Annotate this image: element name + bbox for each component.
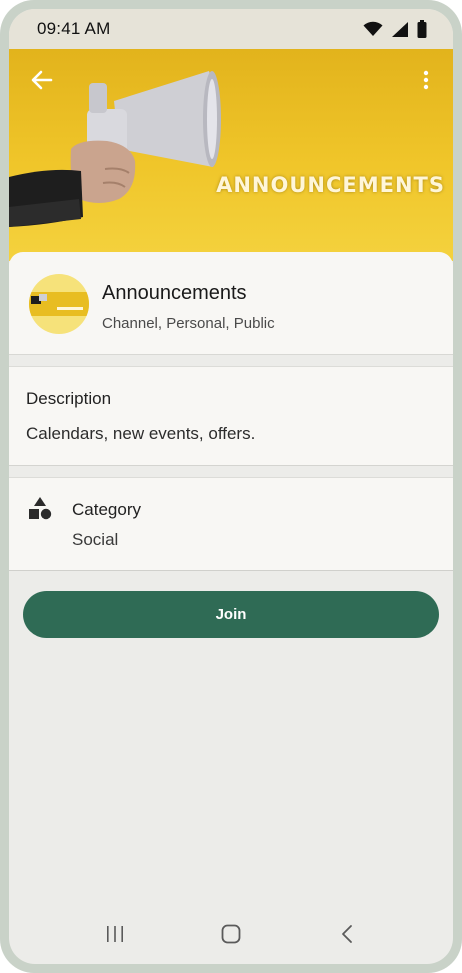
navigation-bar — [9, 909, 453, 964]
shapes-icon — [27, 496, 53, 527]
category-value: Social — [72, 530, 119, 549]
back-nav-button[interactable] — [323, 917, 371, 957]
phone-frame: 09:41 AM ANNOUNCEMENTS Announcements Cha… — [0, 0, 462, 973]
more-options-button[interactable] — [411, 65, 441, 99]
category-section: Category Social — [9, 477, 453, 571]
back-icon — [340, 924, 354, 949]
channel-meta: Channel, Personal, Public — [102, 315, 275, 332]
description-section: Description Calendars, new events, offer… — [9, 366, 453, 466]
recent-apps-button[interactable] — [91, 917, 139, 957]
description-heading: Description — [26, 389, 112, 408]
channel-header: Announcements Channel, Personal, Public — [9, 252, 453, 355]
hero-banner: ANNOUNCEMENTS — [9, 49, 453, 261]
home-button[interactable] — [207, 917, 255, 957]
channel-avatar — [29, 274, 89, 334]
status-bar: 09:41 AM — [9, 9, 453, 49]
description-text: Calendars, new events, offers. — [26, 424, 256, 443]
more-vertical-icon — [423, 70, 429, 95]
banner-text: ANNOUNCEMENTS — [216, 173, 445, 197]
battery-icon — [417, 20, 427, 38]
join-button[interactable]: Join — [23, 591, 439, 638]
screen: 09:41 AM ANNOUNCEMENTS Announcements Cha… — [9, 9, 453, 964]
home-icon — [221, 924, 241, 949]
recent-apps-icon — [105, 925, 125, 948]
arrow-left-icon — [31, 70, 53, 95]
category-heading: Category — [72, 500, 141, 519]
avatar-image — [29, 292, 89, 316]
status-time: 09:41 AM — [37, 19, 111, 38]
signal-icon — [391, 21, 409, 38]
megaphone-hand-image — [9, 71, 221, 227]
back-button[interactable] — [25, 65, 59, 99]
status-icons — [363, 20, 427, 38]
wifi-icon — [363, 21, 383, 37]
channel-name: Announcements — [102, 282, 247, 304]
